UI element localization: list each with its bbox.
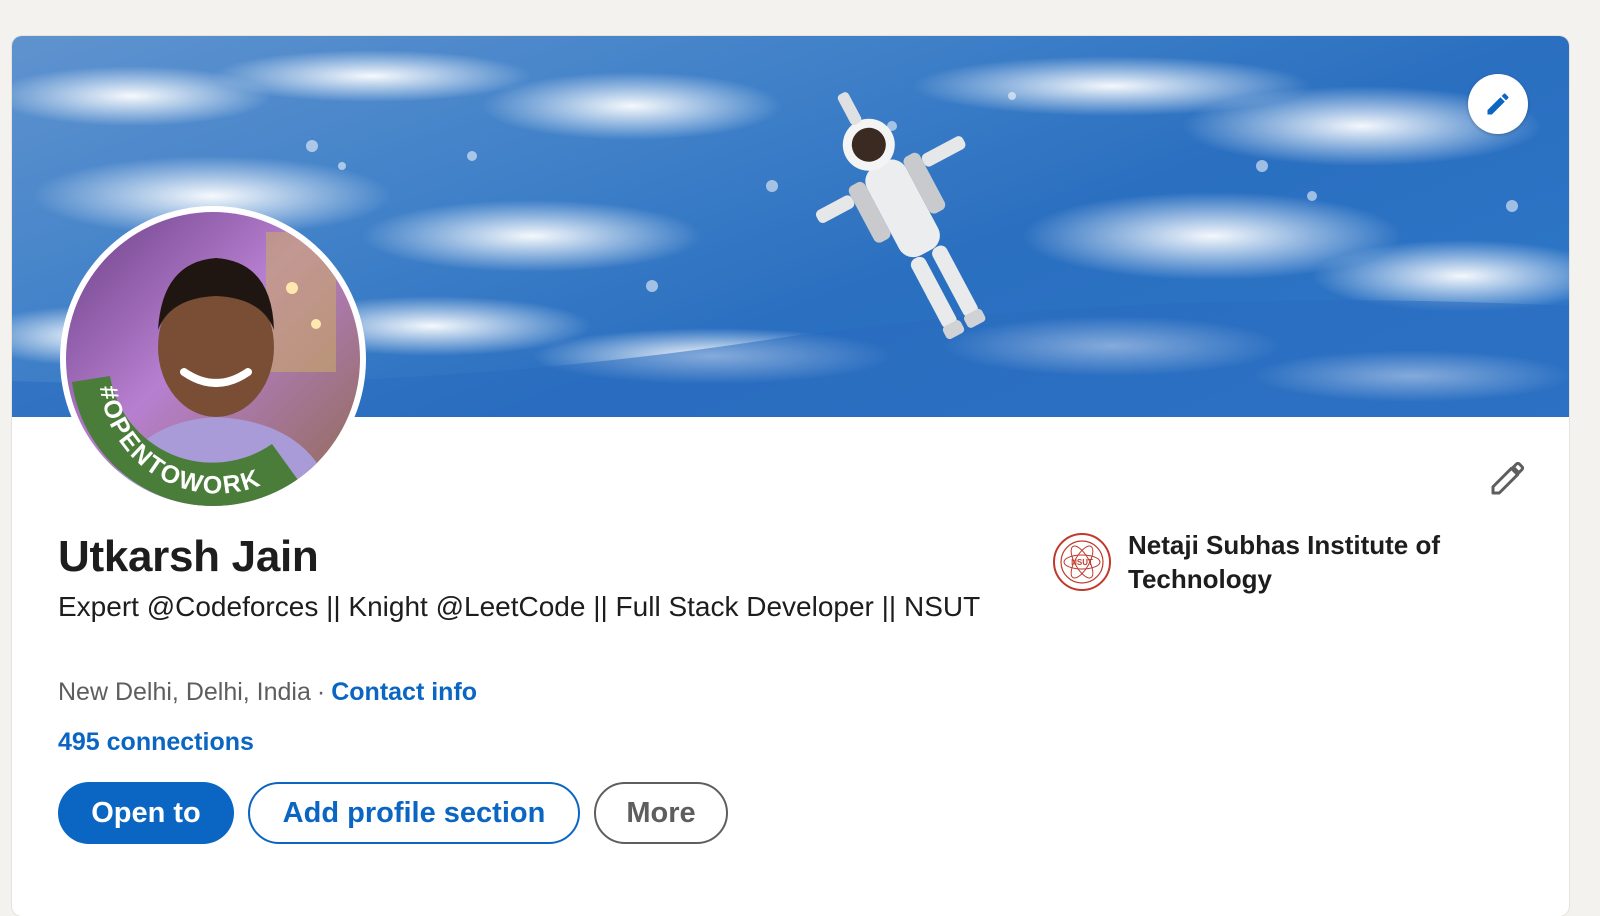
- pencil-icon: [1491, 461, 1525, 495]
- profile-name: Utkarsh Jain: [58, 532, 319, 581]
- svg-text:NSUT: NSUT: [1071, 558, 1093, 567]
- profile-headline: Expert @Codeforces || Knight @LeetCode |…: [58, 591, 981, 622]
- location-separator: ·: [316, 678, 326, 706]
- open-to-button[interactable]: Open to: [58, 782, 234, 844]
- pencil-icon: [1487, 93, 1509, 115]
- add-profile-section-button[interactable]: Add profile section: [248, 782, 580, 844]
- location-row: New Delhi, Delhi, India · Contact info: [58, 678, 477, 707]
- edit-banner-button[interactable]: [1468, 74, 1528, 134]
- school-name: Netaji Subhas Institute of Technology: [1128, 530, 1441, 594]
- profile-intro-card: #OPENTOWORK Utkarsh Jain Expert @Codefor…: [12, 36, 1569, 916]
- profile-location: New Delhi, Delhi, India: [58, 678, 311, 706]
- profile-photo[interactable]: #OPENTOWORK: [60, 206, 366, 512]
- nsut-seal-icon: NSUT: [1053, 533, 1111, 591]
- more-button[interactable]: More: [594, 782, 728, 844]
- education-item[interactable]: NSUT Netaji Subhas Institute of Technolo…: [1052, 528, 1488, 596]
- connections-link[interactable]: 495 connections: [58, 728, 254, 757]
- contact-info-link[interactable]: Contact info: [331, 678, 477, 706]
- edit-intro-button[interactable]: [1486, 456, 1530, 500]
